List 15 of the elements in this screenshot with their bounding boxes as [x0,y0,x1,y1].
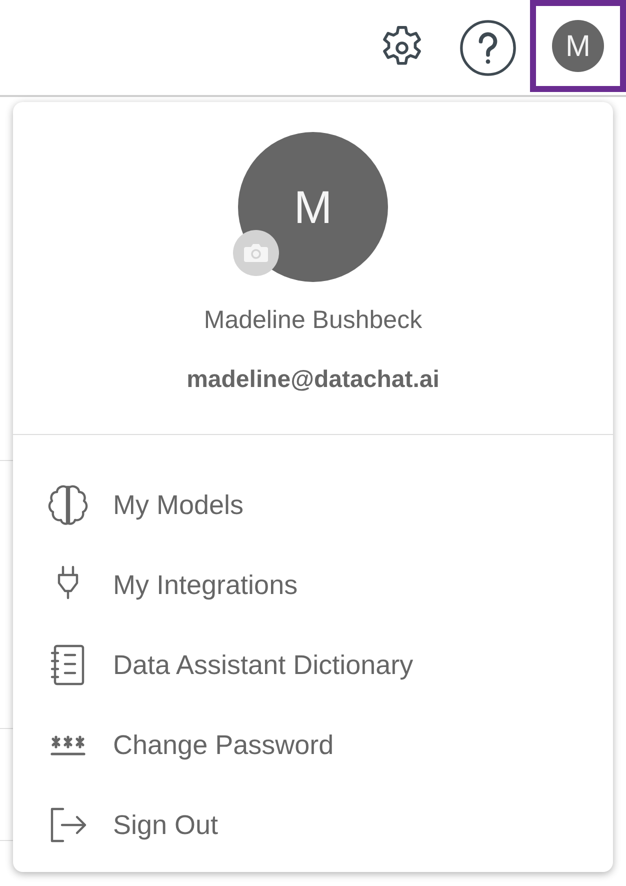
avatar-button[interactable]: M [530,0,626,92]
profile-email: madeline@datachat.ai [186,364,440,394]
camera-button[interactable] [233,230,279,276]
help-icon [459,18,517,76]
avatar-initial: M [552,20,604,72]
profile-name: Madeline Bushbeck [204,305,422,336]
help-button[interactable] [458,18,518,78]
menu-item[interactable]: Sign Out [13,785,613,865]
camera-icon [243,242,269,264]
brain-icon [46,483,90,527]
menu-item[interactable]: Change Password [13,705,613,785]
menu-item[interactable]: My Models [13,465,613,545]
menu-item[interactable]: My Integrations [13,545,613,625]
menu-item[interactable]: Data Assistant Dictionary [13,625,613,705]
profile-avatar: M [238,132,388,282]
